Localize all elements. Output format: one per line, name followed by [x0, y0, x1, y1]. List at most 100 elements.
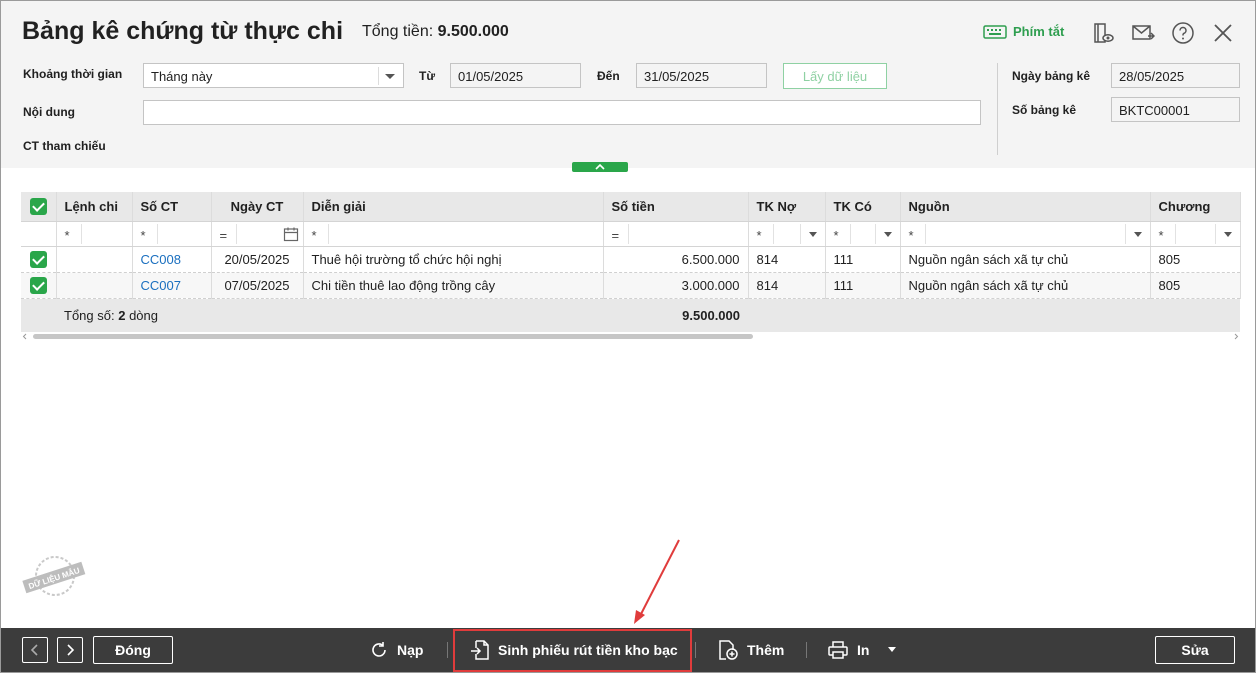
filter-description[interactable]: *: [303, 221, 604, 247]
cell-doc-no-link[interactable]: CC007: [132, 272, 212, 299]
from-date-field[interactable]: 01/05/2025: [450, 63, 581, 88]
list-number-field[interactable]: BKTC00001: [1111, 97, 1240, 122]
chevron-down-icon: [385, 74, 395, 79]
filter-cell-empty: [21, 221, 57, 247]
add-label: Thêm: [747, 642, 785, 658]
close-button[interactable]: Đóng: [93, 636, 173, 664]
horizontal-scrollbar[interactable]: [21, 333, 1240, 340]
cell-date: 07/05/2025: [211, 272, 304, 299]
col-header-doc-no[interactable]: Số CT: [132, 192, 212, 222]
scroll-right-icon[interactable]: [1233, 333, 1239, 340]
content-field[interactable]: [143, 100, 981, 125]
edit-button[interactable]: Sửa: [1155, 636, 1235, 664]
cell-debit: 814: [748, 272, 826, 299]
voucher-grid: Lệnh chi Số CT Ngày CT Diễn giải Số tiền…: [21, 192, 1241, 332]
chevron-down-icon: [1133, 231, 1142, 237]
cell-date: 20/05/2025: [211, 246, 304, 273]
cell-credit: 111: [825, 272, 901, 299]
hotkeys-button[interactable]: Phím tắt: [983, 24, 1064, 39]
total-amount: Tổng tiền: 9.500.000: [362, 23, 509, 41]
cell-source: Nguồn ngân sách xã tự chủ: [900, 272, 1151, 299]
to-label: Đến: [597, 69, 620, 83]
help-icon[interactable]: [1171, 21, 1195, 45]
col-header-description[interactable]: Diễn giải: [303, 192, 604, 222]
scroll-left-icon[interactable]: [22, 333, 28, 340]
calendar-icon[interactable]: [283, 226, 299, 242]
print-label: In: [857, 642, 870, 658]
table-row[interactable]: CC008 20/05/2025 Thuê hội trường tổ chức…: [21, 246, 1241, 273]
chevron-down-icon: [1223, 231, 1232, 237]
total-label: Tổng tiền:: [362, 23, 434, 40]
filter-doc-no[interactable]: *: [132, 221, 212, 247]
highlight-box: [453, 629, 692, 672]
list-date-field[interactable]: 28/05/2025: [1111, 63, 1240, 88]
collapse-panel-button[interactable]: [572, 162, 628, 172]
period-label: Khoảng thời gian: [23, 67, 123, 81]
row-checkbox[interactable]: [21, 272, 57, 299]
cell-description: Chi tiền thuê lao động trồng cây: [303, 272, 604, 299]
col-header-debit[interactable]: TK Nợ: [748, 192, 826, 222]
period-select[interactable]: Tháng này: [143, 63, 404, 88]
cell-chapter: 805: [1150, 246, 1241, 273]
hotkeys-label: Phím tắt: [1013, 24, 1065, 39]
cell-credit: 111: [825, 246, 901, 273]
filter-amount[interactable]: =: [603, 221, 749, 247]
content-label: Nội dung: [23, 105, 75, 119]
scrollbar-thumb[interactable]: [33, 334, 753, 339]
divider: [997, 63, 998, 155]
reference-label: CT tham chiếu: [23, 139, 106, 153]
filter-source[interactable]: *: [900, 221, 1151, 247]
cell-order: [56, 272, 133, 299]
col-header-chapter[interactable]: Chương: [1150, 192, 1241, 222]
reload-button[interactable]: Nạp: [369, 638, 423, 662]
reload-label: Nạp: [397, 642, 424, 658]
col-header-amount[interactable]: Số tiền: [603, 192, 749, 222]
chevron-down-icon: [883, 231, 892, 237]
filter-debit[interactable]: *: [748, 221, 826, 247]
col-header-source[interactable]: Nguồn: [900, 192, 1151, 222]
col-header-date[interactable]: Ngày CT: [211, 192, 304, 222]
cell-debit: 814: [748, 246, 826, 273]
filter-credit[interactable]: *: [825, 221, 901, 247]
add-file-icon: [719, 640, 738, 660]
chevron-right-icon: [67, 644, 75, 656]
close-icon[interactable]: [1211, 21, 1235, 45]
add-button[interactable]: Thêm: [717, 638, 784, 662]
row-checkbox[interactable]: [21, 246, 57, 273]
list-date-label: Ngày bảng kê: [1012, 69, 1091, 83]
sum-amount: 9.500.000: [603, 298, 748, 332]
previous-button[interactable]: [22, 637, 48, 663]
cell-source: Nguồn ngân sách xã tự chủ: [900, 246, 1151, 273]
print-button[interactable]: In: [827, 638, 897, 662]
send-mail-icon[interactable]: [1131, 21, 1155, 45]
next-button[interactable]: [57, 637, 83, 663]
to-date-field[interactable]: 31/05/2025: [636, 63, 767, 88]
cell-amount: 3.000.000: [603, 272, 749, 299]
summary-row: Tổng số: 2 dòng 9.500.000: [21, 298, 1240, 332]
row-count: Tổng số: 2 dòng: [56, 298, 603, 332]
col-header-credit[interactable]: TK Có: [825, 192, 901, 222]
select-all-checkbox[interactable]: [21, 192, 57, 222]
header-panel: Bảng kê chứng từ thực chi Tổng tiền: 9.5…: [1, 1, 1255, 168]
fetch-data-button[interactable]: Lấy dữ liệu: [783, 63, 887, 89]
keyboard-icon: [983, 24, 1007, 39]
view-book-icon[interactable]: [1091, 21, 1115, 45]
chevron-left-icon: [30, 644, 38, 656]
cell-description: Thuê hội trường tổ chức hội nghị: [303, 246, 604, 273]
filter-chapter[interactable]: *: [1150, 221, 1241, 247]
printer-icon: [828, 641, 848, 659]
cell-chapter: 805: [1150, 272, 1241, 299]
cell-doc-no-link[interactable]: CC008: [132, 246, 212, 273]
period-value: Tháng này: [151, 69, 213, 84]
filter-date[interactable]: =: [211, 221, 304, 247]
cell-amount: 6.500.000: [603, 246, 749, 273]
table-row[interactable]: CC007 07/05/2025 Chi tiền thuê lao động …: [21, 272, 1241, 299]
col-header-order[interactable]: Lệnh chi: [56, 192, 133, 222]
cell-order: [56, 246, 133, 273]
total-value: 9.500.000: [437, 23, 509, 40]
from-label: Từ: [419, 69, 436, 83]
filter-order[interactable]: *: [56, 221, 133, 247]
sample-data-stamp: DỮ LIỆU MẪU: [22, 556, 86, 596]
caret-down-icon[interactable]: [887, 647, 897, 653]
chevron-up-icon: [595, 163, 605, 170]
